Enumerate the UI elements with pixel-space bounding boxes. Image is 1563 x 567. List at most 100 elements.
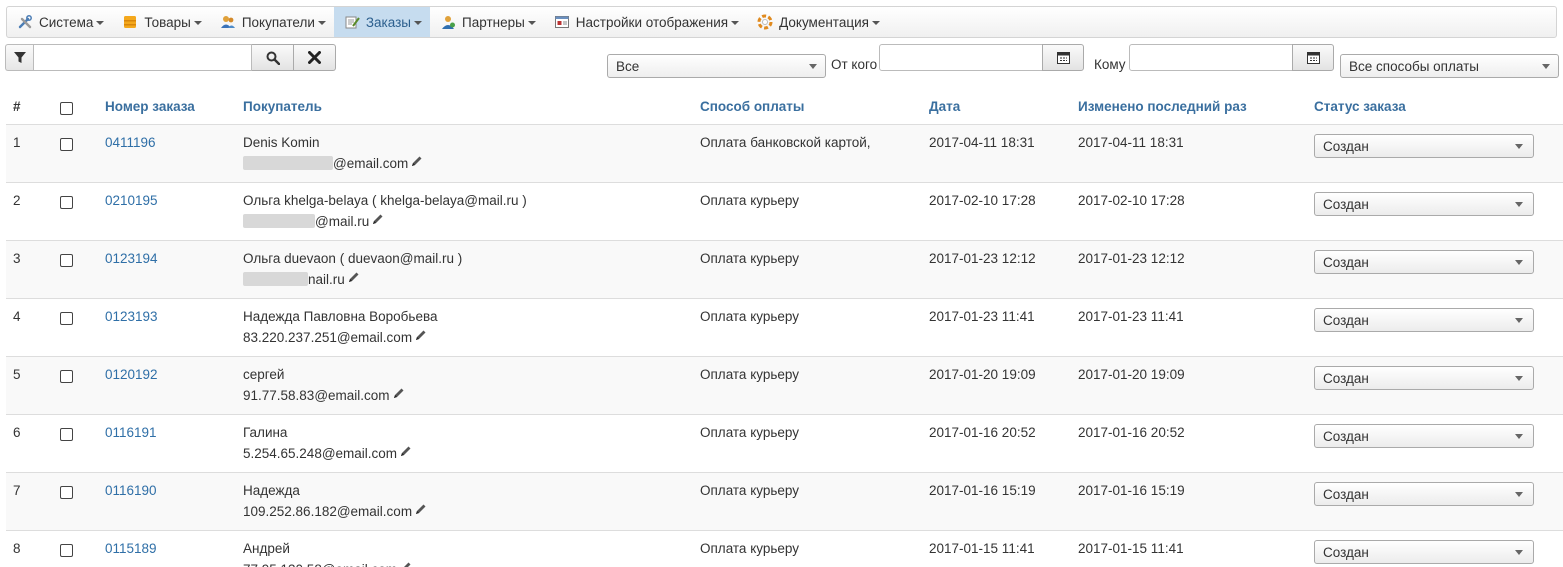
customer-name: Denis Komin xyxy=(243,135,320,150)
modified-date: 2017-01-15 11:41 xyxy=(1078,541,1184,556)
menu-customers[interactable]: Покупатели xyxy=(210,7,334,37)
clear-button[interactable] xyxy=(294,44,336,71)
column-customer[interactable]: Покупатель xyxy=(243,99,322,114)
order-number-link[interactable]: 0210195 xyxy=(105,193,158,208)
edit-pencil-icon[interactable] xyxy=(371,213,384,229)
chevron-down-icon xyxy=(527,20,536,25)
table-row: 4 0123193 Надежда Павловна Воробьева 83.220… xyxy=(6,299,1563,357)
order-status-select[interactable]: Создан xyxy=(1314,250,1534,274)
main-menu-bar: Система Товары Покупатели Заказы Партнер… xyxy=(6,6,1557,38)
edit-pencil-icon[interactable] xyxy=(414,503,427,519)
order-status-value: Создан xyxy=(1323,544,1369,560)
customer-email-line: 5.254.65.248@email.com xyxy=(243,445,412,461)
row-checkbox[interactable] xyxy=(60,196,73,209)
payment-method: Оплата курьеру xyxy=(700,193,800,208)
order-number-link[interactable]: 0120192 xyxy=(105,367,158,382)
order-status-select[interactable]: Создан xyxy=(1314,424,1534,448)
chevron-down-icon xyxy=(414,20,423,25)
row-num: 3 xyxy=(13,251,21,266)
column-order-number[interactable]: Номер заказа xyxy=(105,99,195,114)
edit-pencil-icon[interactable] xyxy=(399,445,412,461)
row-num: 8 xyxy=(13,541,21,556)
from-label: От кого xyxy=(831,57,878,72)
column-date[interactable]: Дата xyxy=(929,99,960,114)
row-checkbox[interactable] xyxy=(60,370,73,383)
modified-date: 2017-01-23 11:41 xyxy=(1078,309,1184,324)
row-checkbox[interactable] xyxy=(60,312,73,325)
order-status-select[interactable]: Создан xyxy=(1314,482,1534,506)
filter-icon[interactable] xyxy=(5,44,33,71)
order-number-link[interactable]: 0115189 xyxy=(105,541,157,556)
order-date: 2017-01-16 15:19 xyxy=(929,483,1036,498)
select-all-checkbox[interactable] xyxy=(60,102,73,115)
row-checkbox[interactable] xyxy=(60,138,73,151)
customer-email-line: 91.77.58.83@email.com xyxy=(243,387,405,403)
table-header: # Номер заказа Покупатель Способ оплаты … xyxy=(6,88,1563,125)
row-checkbox[interactable] xyxy=(60,544,73,557)
order-status-select[interactable]: Создан xyxy=(1314,540,1534,564)
customer-email-line: @mail.ru xyxy=(243,213,384,229)
edit-pencil-icon[interactable] xyxy=(410,155,423,171)
date-to-input[interactable] xyxy=(1129,44,1293,71)
search-button[interactable] xyxy=(252,44,294,71)
order-number-link[interactable]: 0123194 xyxy=(105,251,158,266)
order-number-link[interactable]: 0116191 xyxy=(105,425,157,440)
chevron-down-icon xyxy=(1542,64,1550,69)
order-status-value: Создан xyxy=(1323,138,1369,154)
order-date: 2017-01-23 12:12 xyxy=(929,251,1036,266)
order-number-link[interactable]: 0116190 xyxy=(105,483,157,498)
order-number-link[interactable]: 0411196 xyxy=(105,135,156,150)
edit-pencil-icon[interactable] xyxy=(399,561,412,567)
payment-method: Оплата курьеру xyxy=(700,541,800,556)
chevron-down-icon xyxy=(1515,144,1523,149)
chevron-down-icon xyxy=(731,20,740,25)
menu-products[interactable]: Товары xyxy=(112,7,209,37)
customer-email: 91.77.58.83@email.com xyxy=(243,387,390,403)
row-num: 7 xyxy=(13,483,21,498)
menu-display-settings-label: Настройки отображения xyxy=(575,14,729,30)
customer-name: Андрей xyxy=(243,541,290,556)
payment-filter-select[interactable]: Все способы оплаты xyxy=(1340,54,1559,78)
edit-pencil-icon[interactable] xyxy=(392,387,405,403)
order-status-select[interactable]: Создан xyxy=(1314,134,1534,158)
menu-system-label: Система xyxy=(39,14,94,30)
menu-display-settings[interactable]: Настройки отображения xyxy=(544,7,747,37)
date-to-calendar-button[interactable] xyxy=(1292,44,1334,71)
order-status-select[interactable]: Создан xyxy=(1314,308,1534,332)
menu-partners[interactable]: Партнеры xyxy=(430,7,544,37)
order-date: 2017-01-15 11:41 xyxy=(929,541,1035,556)
search-input[interactable] xyxy=(33,44,252,71)
order-number-link[interactable]: 0123193 xyxy=(105,309,158,324)
customer-name: Надежда xyxy=(243,483,300,498)
chevron-down-icon xyxy=(1515,318,1523,323)
row-checkbox[interactable] xyxy=(60,254,73,267)
column-status[interactable]: Статус заказа xyxy=(1314,99,1406,114)
box-icon xyxy=(122,14,138,30)
customer-name: Ольга duevaon ( duevaon@mail.ru ) xyxy=(243,251,463,266)
display-settings-icon xyxy=(554,14,570,30)
date-from-calendar-button[interactable] xyxy=(1042,44,1084,71)
row-checkbox[interactable] xyxy=(60,428,73,441)
edit-pencil-icon[interactable] xyxy=(414,329,427,345)
order-status-value: Создан xyxy=(1323,370,1369,386)
order-status-select[interactable]: Создан xyxy=(1314,366,1534,390)
row-num: 5 xyxy=(13,367,21,382)
order-status-select[interactable]: Создан xyxy=(1314,192,1534,216)
row-num: 6 xyxy=(13,425,21,440)
column-modified[interactable]: Изменено последний раз xyxy=(1078,99,1247,114)
orders-table: # Номер заказа Покупатель Способ оплаты … xyxy=(6,88,1563,567)
status-filter-select[interactable]: Все xyxy=(607,54,826,78)
row-checkbox[interactable] xyxy=(60,486,73,499)
modified-date: 2017-01-16 15:19 xyxy=(1078,483,1185,498)
menu-system[interactable]: Система xyxy=(7,7,112,37)
orders-icon xyxy=(344,14,360,30)
help-icon xyxy=(757,14,773,30)
column-payment[interactable]: Способ оплаты xyxy=(700,99,804,114)
menu-documentation[interactable]: Документация xyxy=(747,7,888,37)
edit-pencil-icon[interactable] xyxy=(347,271,360,287)
date-from-input[interactable] xyxy=(879,44,1043,71)
menu-customers-label: Покупатели xyxy=(241,14,315,30)
menu-orders[interactable]: Заказы xyxy=(333,7,431,37)
users-icon xyxy=(220,14,236,30)
calendar-icon xyxy=(1056,52,1070,64)
